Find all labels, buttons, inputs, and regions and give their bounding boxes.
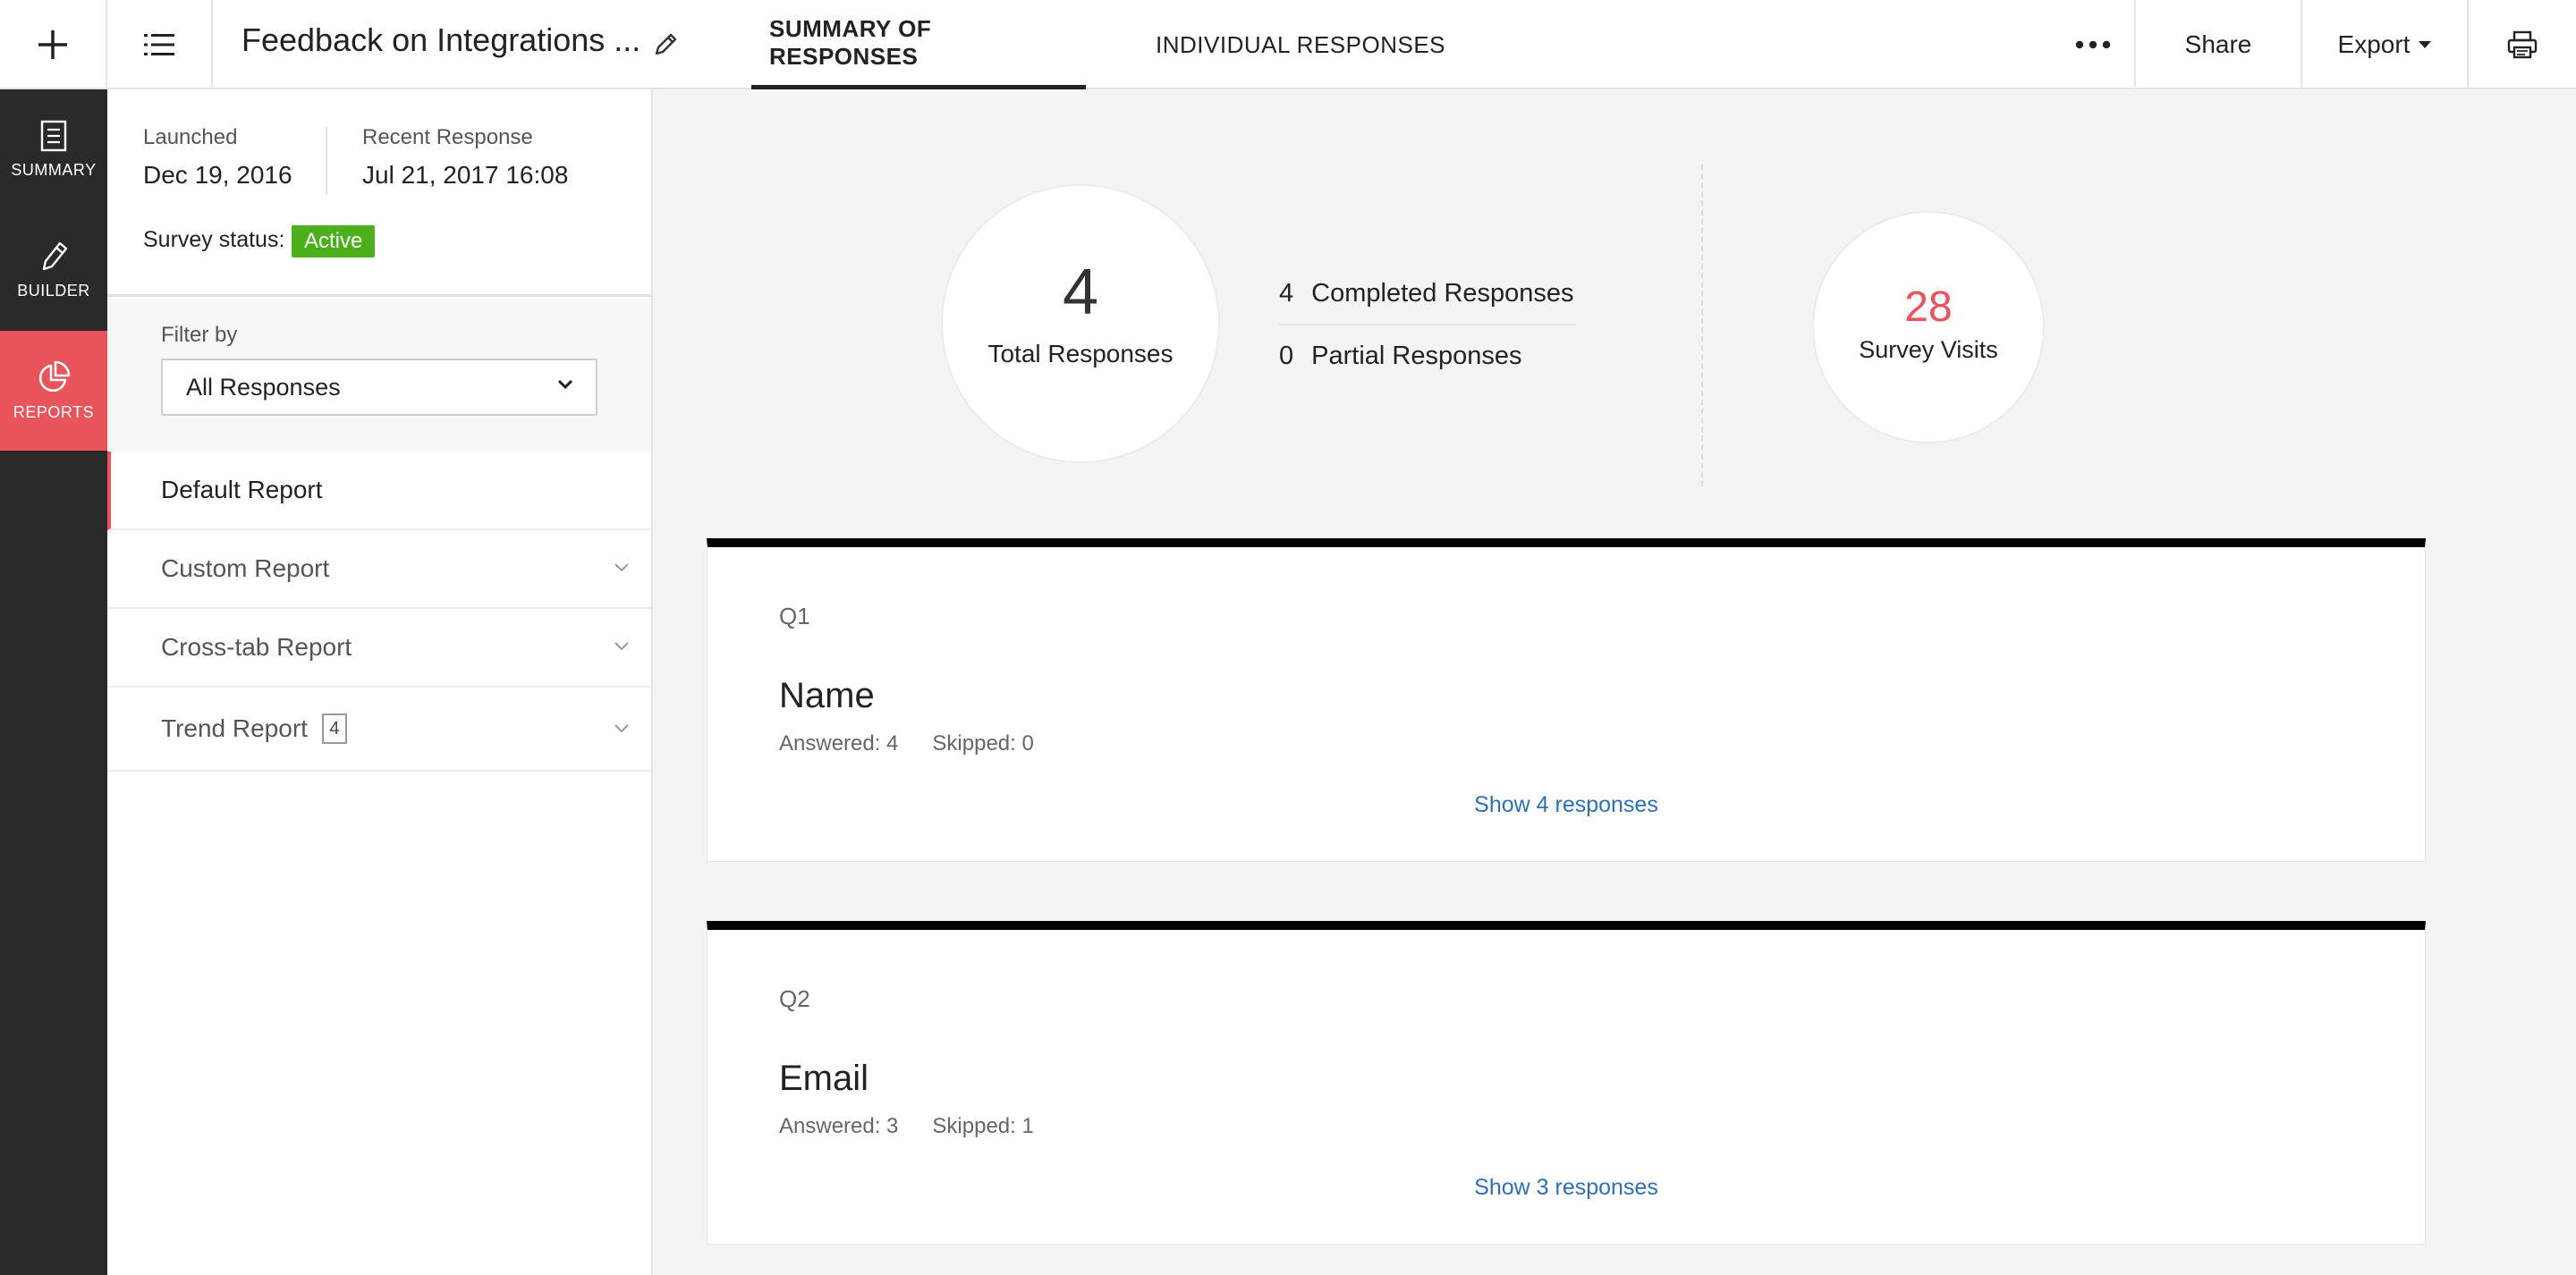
pencil-icon[interactable] <box>651 29 682 59</box>
completed-count: 4 <box>1279 279 1294 308</box>
show-responses-link[interactable]: Show 4 responses <box>708 792 2425 818</box>
recent-response-label: Recent Response <box>362 125 533 149</box>
total-responses-count: 4 <box>1062 257 1099 328</box>
answered-count: Answered: 4 <box>779 731 899 756</box>
show-responses-label: Show 4 responses <box>1474 792 1658 817</box>
report-item-cross-tab[interactable]: Cross-tab Report <box>107 609 651 688</box>
report-item-trend[interactable]: Trend Report 4 <box>107 688 651 772</box>
tab-individual-responses[interactable]: INDIVIDUAL RESPONSES <box>1156 0 1445 89</box>
tab-label: SUMMARY OF RESPONSES <box>769 14 932 70</box>
left-nav-rail: SUMMARY BUILDER REPORTS <box>0 89 107 1275</box>
filter-selected-value: All Responses <box>186 373 341 401</box>
survey-meta: Launched Dec 19, 2016 Recent Response Ju… <box>107 89 651 297</box>
report-item-default[interactable]: Default Report <box>107 452 651 530</box>
show-responses-link[interactable]: Show 3 responses <box>708 1175 2425 1201</box>
filter-label: Filter by <box>161 323 238 347</box>
launched-label: Launched <box>143 125 238 149</box>
total-responses-label: Total Responses <box>987 340 1174 367</box>
document-icon <box>40 120 67 151</box>
report-label: Custom Report <box>161 554 330 582</box>
rail-label: BUILDER <box>17 281 90 300</box>
rail-item-reports[interactable]: REPORTS <box>0 331 107 451</box>
top-bar: Feedback on Integrations ... SUMMARY OF … <box>0 0 2576 89</box>
launched-date: Dec 19, 2016 <box>143 161 292 189</box>
report-label: Trend Report <box>161 714 308 742</box>
pencil-icon <box>42 241 68 270</box>
survey-visits-count: 28 <box>1904 283 1953 331</box>
partial-count: 0 <box>1279 342 1294 370</box>
status-badge: Active <box>292 225 376 258</box>
share-label: Share <box>2184 30 2252 58</box>
filter-dropdown[interactable]: All Responses <box>161 359 597 416</box>
partial-responses-row: 0 Partial Responses <box>1279 342 1521 371</box>
survey-status-label: Survey status: <box>143 227 285 252</box>
report-item-custom[interactable]: Custom Report <box>107 530 651 609</box>
report-side-panel: Launched Dec 19, 2016 Recent Response Ju… <box>107 89 653 1275</box>
summary-main: 4 Total Responses 4 Completed Responses … <box>653 89 2576 1275</box>
stat-divider <box>1279 324 1576 325</box>
question-title: Email <box>779 1059 869 1098</box>
plus-icon <box>38 30 67 59</box>
question-title: Name <box>779 676 875 715</box>
tab-summary-of-responses[interactable]: SUMMARY OF RESPONSES <box>751 0 1086 89</box>
survey-list-button[interactable] <box>107 0 213 89</box>
show-responses-label: Show 3 responses <box>1474 1175 1658 1200</box>
answered-count: Answered: 3 <box>779 1114 899 1138</box>
pie-chart-icon <box>38 360 71 392</box>
rail-label: SUMMARY <box>11 160 97 179</box>
skipped-count: Skipped: 1 <box>932 1114 1034 1138</box>
skipped-count: Skipped: 0 <box>932 731 1034 756</box>
question-number: Q2 <box>779 985 810 1012</box>
completed-label: Completed Responses <box>1311 279 1574 308</box>
question-card-q1: Q1 Name Answered: 4 Skipped: 0 Show 4 re… <box>707 538 2426 862</box>
share-button[interactable]: Share <box>2134 0 2301 89</box>
recent-response-date: Jul 21, 2017 16:08 <box>362 161 569 189</box>
chevron-down-icon <box>614 563 629 572</box>
question-card-q2: Q2 Email Answered: 3 Skipped: 1 Show 3 r… <box>707 921 2426 1245</box>
dashed-divider <box>1701 165 1703 486</box>
add-button[interactable] <box>0 0 107 89</box>
total-responses-circle: 4 Total Responses <box>941 184 1220 463</box>
trend-count-badge: 4 <box>321 713 347 744</box>
question-stats: Answered: 3 Skipped: 1 <box>779 1114 1034 1139</box>
partial-label: Partial Responses <box>1311 342 1522 370</box>
more-dots-icon <box>2075 40 2111 49</box>
chevron-down-icon <box>614 724 629 733</box>
rail-label: REPORTS <box>13 402 95 421</box>
survey-visits-circle: 28 Survey Visits <box>1812 211 2045 443</box>
survey-title: Feedback on Integrations ... <box>242 21 641 58</box>
question-number: Q1 <box>779 603 810 629</box>
survey-visits-label: Survey Visits <box>1859 336 1998 363</box>
export-label: Export <box>2337 30 2411 58</box>
caret-down-icon <box>2419 41 2432 48</box>
list-icon <box>144 34 174 55</box>
completed-responses-row: 4 Completed Responses <box>1279 279 1574 308</box>
rail-item-summary[interactable]: SUMMARY <box>0 89 107 209</box>
report-label: Cross-tab Report <box>161 633 352 661</box>
tab-label: INDIVIDUAL RESPONSES <box>1156 30 1446 58</box>
report-label: Default Report <box>161 476 323 503</box>
printer-icon <box>2507 30 2538 59</box>
export-button[interactable]: Export <box>2301 0 2467 89</box>
chevron-down-icon <box>614 642 629 651</box>
rail-item-builder[interactable]: BUILDER <box>0 209 107 329</box>
more-options-button[interactable] <box>2048 0 2138 89</box>
meta-divider <box>326 127 327 195</box>
print-button[interactable] <box>2467 0 2576 89</box>
chevron-down-icon <box>557 379 573 390</box>
question-stats: Answered: 4 Skipped: 0 <box>779 731 1034 756</box>
